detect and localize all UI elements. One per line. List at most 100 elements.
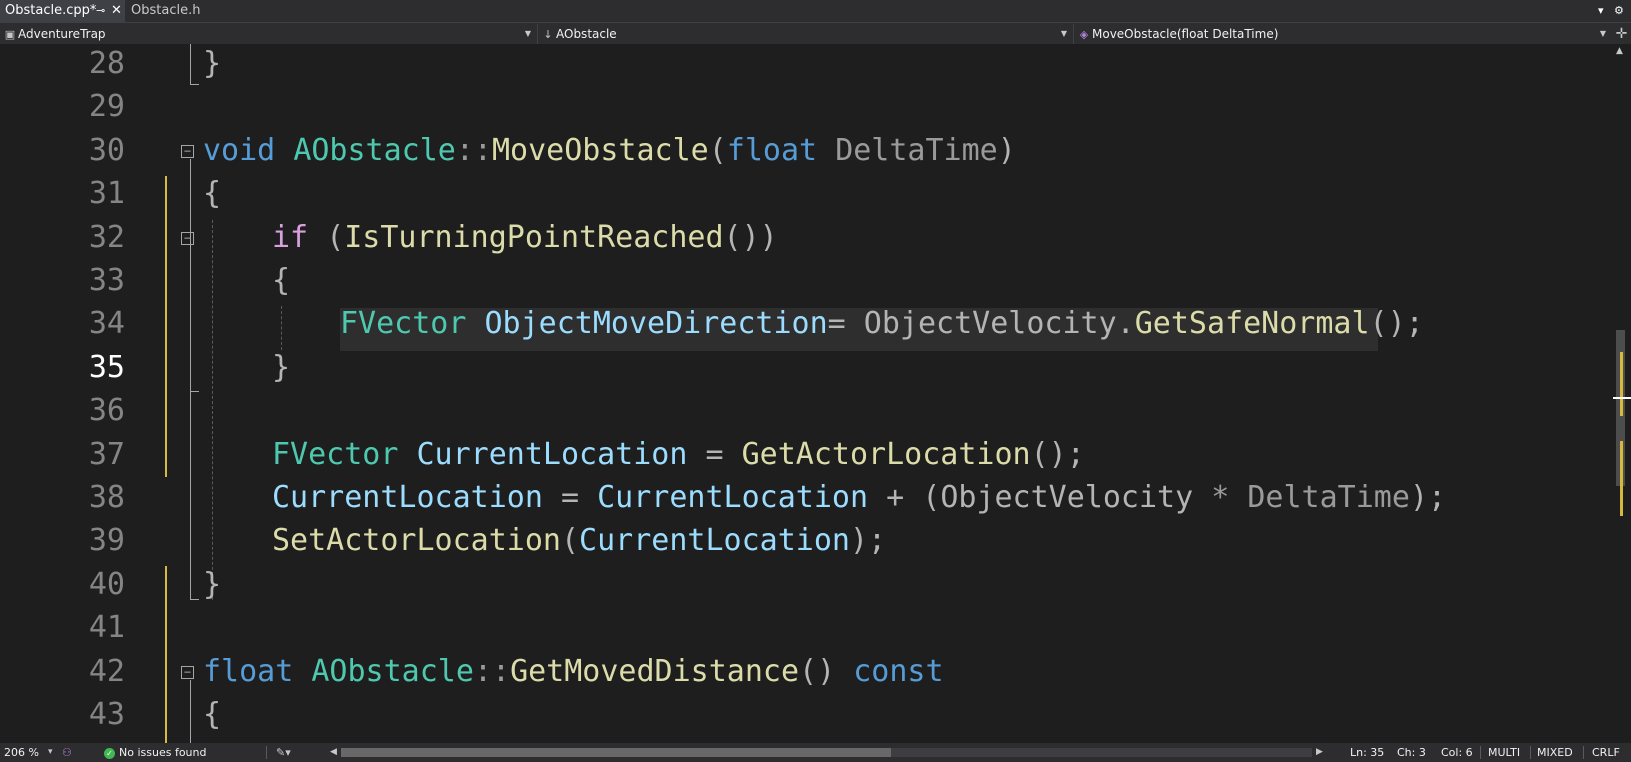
token-variable: ObjectVelocity bbox=[940, 480, 1194, 515]
code-line: SetActorLocation(CurrentLocation); bbox=[272, 523, 887, 558]
line-number: 34 bbox=[88, 306, 125, 341]
separator bbox=[1530, 746, 1531, 759]
copilot-icon[interactable]: ⚇ bbox=[62, 743, 72, 762]
line-ending-indicator[interactable]: CRLF bbox=[1592, 743, 1620, 762]
token-function: GetActorLocation bbox=[741, 437, 1031, 472]
token-keyword: float bbox=[203, 654, 294, 689]
chevron-down-icon: ▼ bbox=[524, 29, 531, 38]
line-number: 31 bbox=[88, 176, 125, 211]
line-number: 36 bbox=[88, 393, 125, 428]
token-parameter: DeltaTime bbox=[1247, 480, 1410, 515]
token-type: FVector bbox=[272, 437, 399, 472]
pin-icon[interactable]: ⊸ bbox=[96, 0, 105, 22]
chevron-down-icon[interactable]: ▾ bbox=[48, 743, 53, 762]
char-indicator[interactable]: Ch: 3 bbox=[1397, 743, 1426, 762]
token-class: AObstacle bbox=[293, 133, 456, 168]
token-function: IsTurningPointReached bbox=[344, 220, 724, 255]
token-function: MoveObstacle bbox=[492, 133, 709, 168]
scroll-left-icon[interactable]: ◀ bbox=[330, 743, 337, 762]
line-indicator[interactable]: Ln: 35 bbox=[1350, 743, 1384, 762]
separator bbox=[1480, 746, 1481, 759]
token-keyword: void bbox=[203, 133, 276, 168]
chevron-down-icon[interactable]: ▾ bbox=[1598, 0, 1604, 22]
line-number: 40 bbox=[88, 567, 125, 602]
code-line: FVector ObjectMoveDirection= ObjectVeloc… bbox=[340, 306, 1424, 341]
insert-mode-indicator[interactable]: MULTI bbox=[1488, 743, 1520, 762]
chevron-down-icon: ▼ bbox=[1599, 29, 1606, 38]
tab-label: Obstacle.cpp* bbox=[5, 3, 97, 18]
code-line: float AObstacle::GetMovedDistance() cons… bbox=[203, 654, 944, 689]
code-line: { bbox=[203, 697, 222, 732]
token-scope: :: bbox=[455, 133, 492, 168]
code-line: } bbox=[203, 567, 222, 602]
scrollbar-change-marker bbox=[1620, 352, 1623, 416]
editor-status-bar: 206 % ▾ ⚇ ✓ No issues found ✎▾ ◀ ▶ Ln: 35… bbox=[0, 743, 1631, 762]
split-window-icon[interactable]: ✛ bbox=[1612, 23, 1631, 45]
separator bbox=[266, 746, 267, 759]
scope-name: AObstacle bbox=[556, 27, 617, 41]
class-scope-icon: ↓ bbox=[543, 28, 553, 41]
code-editor[interactable]: 28 29 30 31 32 33 34 35 36 37 38 39 40 4… bbox=[0, 44, 1612, 743]
tab-obstacle-cpp[interactable]: Obstacle.cpp* bbox=[0, 0, 125, 22]
horizontal-scroll-thumb[interactable] bbox=[341, 748, 891, 757]
line-number: 37 bbox=[88, 437, 125, 472]
chevron-down-icon: ▼ bbox=[1060, 29, 1067, 38]
line-number: 32 bbox=[88, 220, 125, 255]
collapse-icon[interactable]: − bbox=[181, 232, 194, 245]
separator bbox=[1583, 746, 1584, 759]
token-variable: ObjectVelocity bbox=[863, 306, 1117, 341]
outline-end bbox=[190, 599, 199, 600]
token-variable: CurrentLocation bbox=[416, 437, 688, 472]
document-tab-bar: Obstacle.cpp* ⊸ ✕ Obstacle.h ▾ ⚙ bbox=[0, 0, 1631, 22]
token-parameter: DeltaTime bbox=[835, 133, 998, 168]
line-number: 33 bbox=[88, 263, 125, 298]
outline-end bbox=[190, 391, 199, 392]
outline-end bbox=[190, 84, 199, 85]
scroll-up-icon[interactable]: ▲ bbox=[1616, 46, 1623, 56]
method-icon: ◈ bbox=[1079, 28, 1089, 41]
collapse-icon[interactable]: − bbox=[181, 666, 194, 679]
token-function: SetActorLocation bbox=[272, 523, 561, 558]
column-indicator[interactable]: Col: 6 bbox=[1441, 743, 1473, 762]
token-function: GetMovedDistance bbox=[510, 654, 800, 689]
indent-mode-indicator[interactable]: MIXED bbox=[1537, 743, 1573, 762]
token-class: AObstacle bbox=[311, 654, 474, 689]
line-number: 41 bbox=[88, 610, 125, 645]
line-number: 42 bbox=[88, 654, 125, 689]
token-control: if bbox=[272, 220, 309, 255]
outline-line bbox=[190, 159, 191, 599]
token-variable: CurrentLocation bbox=[272, 480, 543, 515]
scrollbar-caret-marker bbox=[1613, 397, 1631, 399]
code-line: FVector CurrentLocation = GetActorLocati… bbox=[272, 437, 1085, 472]
member-dropdown[interactable]: ◈ MoveObstacle(float DeltaTime) ▼ bbox=[1076, 24, 1612, 44]
scope-dropdown[interactable]: ↓ AObstacle ▼ bbox=[540, 24, 1074, 44]
line-number: 30 bbox=[88, 133, 125, 168]
line-number: 38 bbox=[88, 480, 125, 515]
zoom-level[interactable]: 206 % bbox=[4, 743, 39, 762]
tab-obstacle-h[interactable]: Obstacle.h bbox=[126, 0, 226, 22]
code-line: } bbox=[203, 46, 222, 81]
token-scope: :: bbox=[473, 654, 511, 689]
code-line: } bbox=[272, 350, 291, 385]
tab-label: Obstacle.h bbox=[131, 3, 201, 18]
code-line: { bbox=[272, 263, 291, 298]
check-circle-icon: ✓ bbox=[104, 747, 115, 759]
indent-guide bbox=[281, 306, 283, 350]
project-dropdown[interactable]: ▣ AdventureTrap ▼ bbox=[2, 24, 538, 44]
issues-indicator[interactable]: ✓ No issues found bbox=[104, 743, 206, 762]
close-icon[interactable]: ✕ bbox=[111, 0, 122, 22]
line-number: 29 bbox=[88, 89, 125, 124]
member-name: MoveObstacle(float DeltaTime) bbox=[1092, 27, 1279, 41]
token-type: FVector bbox=[340, 306, 467, 341]
code-line: CurrentLocation = CurrentLocation + (Obj… bbox=[272, 480, 1447, 515]
collapse-icon[interactable]: − bbox=[181, 145, 194, 158]
brush-icon[interactable]: ✎▾ bbox=[276, 743, 291, 762]
code-line: if (IsTurningPointReached()) bbox=[272, 220, 778, 255]
outline-line bbox=[190, 680, 191, 743]
outline-line bbox=[190, 44, 191, 84]
line-number-current: 35 bbox=[88, 350, 125, 385]
scroll-right-icon[interactable]: ▶ bbox=[1316, 743, 1323, 762]
scrollbar-change-marker bbox=[1620, 441, 1623, 516]
change-marker bbox=[165, 176, 167, 477]
gear-icon[interactable]: ⚙ bbox=[1614, 0, 1624, 22]
